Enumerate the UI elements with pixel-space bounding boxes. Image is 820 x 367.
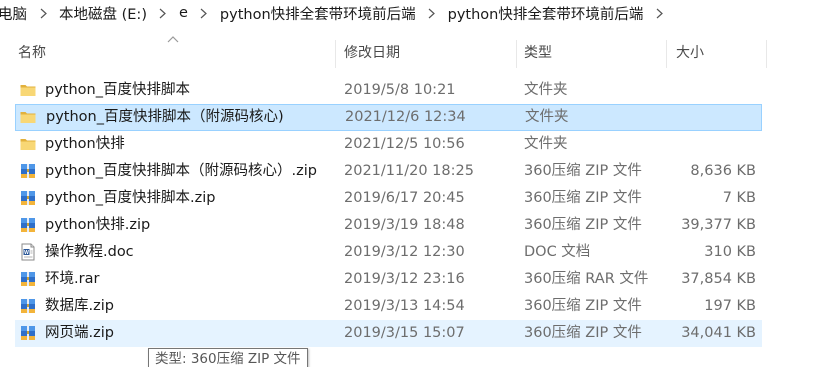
file-row[interactable]: 网页端.zip 2019/3/15 15:07 360压缩 ZIP 文件 34,041… [15,320,762,347]
file-type: 文件夹 [525,109,569,125]
file-size: 34,041 KB [681,325,756,341]
column-header-size[interactable]: 大小 [676,38,704,68]
svg-text:W: W [24,250,29,256]
file-name: 环境.rar [45,271,100,287]
zip-archive-icon [19,297,37,315]
file-modified-date: 2019/3/15 15:07 [344,325,465,341]
breadcrumb-item-pc[interactable]: 电脑 [0,3,29,24]
file-type: 文件夹 [524,136,568,152]
file-name: python_百度快排脚本.zip [45,190,216,206]
file-modified-date: 2019/3/12 23:16 [344,271,465,287]
file-type: 360压缩 ZIP 文件 [524,298,642,314]
file-size: 7 KB [722,190,756,206]
file-row[interactable]: python_百度快排脚本（附源码核心) 2021/12/6 12:34 文件夹 [15,104,762,131]
column-divider[interactable] [335,40,336,68]
chevron-right-icon[interactable] [29,5,57,21]
chevron-right-icon[interactable] [418,5,446,21]
file-type: 360压缩 ZIP 文件 [524,325,642,341]
file-row[interactable]: python快排 2021/12/5 10:56 文件夹 [15,131,762,158]
file-modified-date: 2021/11/20 18:25 [344,163,474,179]
file-size: 8,636 KB [690,163,756,179]
file-name: 网页端.zip [45,325,114,341]
file-modified-date: 2019/6/17 20:45 [344,190,465,206]
file-type: DOC 文档 [524,244,591,260]
chevron-right-icon[interactable] [645,5,673,21]
zip-archive-icon [19,216,37,234]
chevron-right-icon[interactable] [149,5,177,21]
file-name: 数据库.zip [45,298,114,314]
breadcrumb-item-drive[interactable]: 本地磁盘 (E:) [57,3,149,24]
file-modified-date: 2021/12/6 12:34 [345,109,466,125]
column-header-name[interactable]: 名称 [18,38,46,68]
file-size: 39,377 KB [681,217,756,233]
file-name: python_百度快排脚本（附源码核心) [46,109,284,125]
file-type: 360压缩 ZIP 文件 [524,217,642,233]
file-name: python快排 [45,136,125,152]
file-modified-date: 2019/3/13 14:54 [344,298,465,314]
breadcrumb-item-folder[interactable]: python快排全套带环境前后端 [218,3,418,24]
chevron-right-icon[interactable] [190,5,218,21]
file-name: python_百度快排脚本（附源码核心）.zip [45,163,317,179]
file-row[interactable]: 环境.rar 2019/3/12 23:16 360压缩 RAR 文件 37,854 … [15,266,762,293]
file-type: 360压缩 ZIP 文件 [524,190,642,206]
file-name: python快排.zip [45,217,151,233]
file-row[interactable]: python_百度快排脚本.zip 2019/6/17 20:45 360压缩 ZI… [15,185,762,212]
file-row[interactable]: python_百度快排脚本（附源码核心）.zip 2021/11/20 18:25… [15,158,762,185]
file-size: 197 KB [704,298,756,314]
zip-archive-icon [19,189,37,207]
file-modified-date: 2019/3/12 12:30 [344,244,465,260]
column-header-type[interactable]: 类型 [524,38,552,68]
column-header-row: 名称 修改日期 类型 大小 [0,38,820,68]
file-row[interactable]: W 操作教程.doc 2019/3/12 12:30 DOC 文档 310 KB [15,239,762,266]
file-size: 310 KB [704,244,756,260]
file-type: 360压缩 ZIP 文件 [524,163,642,179]
zip-archive-icon [19,162,37,180]
word-doc-icon: W [19,243,37,261]
folder-icon [19,108,37,126]
file-row[interactable]: python快排.zip 2019/3/19 18:48 360压缩 ZIP 文件 3… [15,212,762,239]
column-divider[interactable] [516,40,517,68]
file-size: 37,854 KB [681,271,756,287]
file-name: python_百度快排脚本 [45,82,190,98]
breadcrumb: 电脑 本地磁盘 (E:) e python快排全套带环境前后端 python快排… [0,0,820,26]
folder-icon [19,81,37,99]
column-header-date[interactable]: 修改日期 [344,38,400,68]
rar-archive-icon [19,270,37,288]
zip-archive-icon [19,324,37,342]
file-modified-date: 2019/5/8 10:21 [344,82,456,98]
file-type: 文件夹 [524,82,568,98]
file-row[interactable]: 数据库.zip 2019/3/13 14:54 360压缩 ZIP 文件 197 KB [15,293,762,320]
file-row[interactable]: python_百度快排脚本 2019/5/8 10:21 文件夹 [15,77,762,104]
folder-icon [19,135,37,153]
file-name: 操作教程.doc [45,244,134,260]
file-type: 360压缩 RAR 文件 [524,271,649,287]
column-divider[interactable] [666,40,667,68]
tooltip: 类型: 360压缩 ZIP 文件 [148,348,308,367]
file-modified-date: 2021/12/5 10:56 [344,136,465,152]
column-divider[interactable] [766,40,767,68]
breadcrumb-item-current[interactable]: python快排全套带环境前后端 [446,3,646,24]
breadcrumb-item-e[interactable]: e [177,5,190,21]
file-modified-date: 2019/3/19 18:48 [344,217,465,233]
